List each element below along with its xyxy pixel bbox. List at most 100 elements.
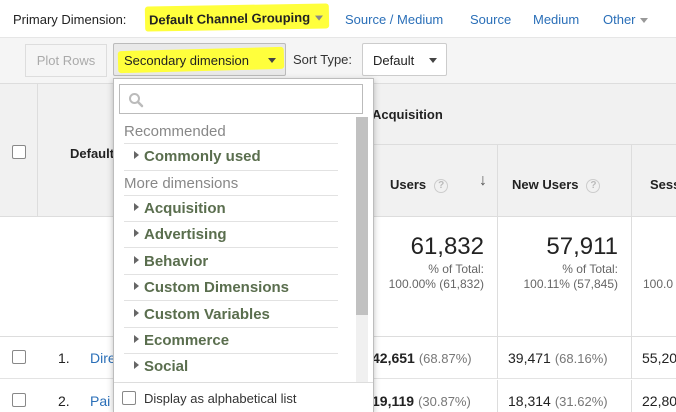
- secondary-dimension-button[interactable]: Secondary dimension: [113, 43, 286, 76]
- row-new-users-pct: (68.16%): [554, 351, 608, 366]
- chevron-down-icon: [268, 58, 276, 63]
- dimension-group-label: Advertising: [144, 226, 227, 243]
- row-checkbox[interactable]: [12, 350, 26, 364]
- chevron-right-icon: [134, 361, 139, 369]
- alphabetical-list-label[interactable]: Display as alphabetical list: [144, 391, 296, 406]
- plot-rows-button[interactable]: Plot Rows: [25, 44, 107, 77]
- row-number: 2.: [58, 393, 70, 409]
- search-icon: [129, 93, 144, 108]
- dimension-group-label: Social: [144, 358, 189, 375]
- dimension-link-other[interactable]: Other: [603, 12, 648, 27]
- divider: [497, 337, 498, 379]
- dimension-search-input[interactable]: [119, 84, 363, 114]
- dimension-link-medium[interactable]: Medium: [533, 12, 579, 27]
- chevron-right-icon: [134, 309, 139, 317]
- divider: [124, 247, 338, 248]
- sort-type-value: Default: [373, 53, 415, 68]
- dimension-group-label: Commonly used: [144, 148, 261, 165]
- total-new-users-pct-label: % of Total:: [562, 262, 618, 276]
- row-users-pct: (68.87%): [418, 351, 472, 366]
- divider: [37, 84, 38, 217]
- divider: [124, 195, 338, 196]
- dimension-group-advertising[interactable]: Advertising: [134, 226, 227, 243]
- divider: [631, 380, 632, 412]
- total-users-pct: 100.00% (61,832): [388, 277, 484, 291]
- total-users-pct-label: % of Total:: [428, 262, 484, 276]
- chevron-down-icon: [639, 18, 648, 24]
- divider: [631, 337, 632, 379]
- chevron-right-icon: [134, 335, 139, 343]
- dimension-group-ecommerce[interactable]: Ecommerce: [134, 332, 229, 349]
- acquisition-group-header: Acquisition: [372, 107, 443, 122]
- dimension-group-label: Behavior: [144, 253, 209, 270]
- divider: [631, 217, 632, 337]
- row-new-users-value: 18,314: [508, 393, 551, 409]
- divider: [124, 353, 338, 354]
- row-users-value: 19,119: [372, 393, 415, 409]
- row-new-users-value: 39,471: [508, 350, 551, 366]
- dimension-column-header[interactable]: Default: [70, 146, 114, 161]
- row-users-value: 42,651: [372, 350, 415, 366]
- help-icon[interactable]: ?: [434, 178, 449, 193]
- dimension-group-custom-dimensions[interactable]: Custom Dimensions: [134, 279, 289, 296]
- sessions-column-header[interactable]: Sess: [650, 177, 676, 192]
- sort-descending-icon: ↓: [479, 172, 487, 189]
- row-users-cell: 19,119 (30.87%): [372, 393, 471, 409]
- dimension-group-label: Ecommerce: [144, 332, 230, 349]
- chevron-right-icon: [134, 203, 139, 211]
- dimension-group-behavior[interactable]: Behavior: [134, 253, 208, 270]
- sort-type-label: Sort Type:: [293, 52, 353, 67]
- divider: [124, 221, 338, 222]
- new-users-column-label: New Users: [512, 177, 579, 192]
- total-new-users-pct: 100.11% (57,845): [523, 277, 618, 291]
- primary-dimension-active-label: Default Channel Grouping: [148, 9, 311, 28]
- dimension-group-commonly-used[interactable]: Commonly used: [134, 148, 261, 165]
- primary-dimension-active[interactable]: Default Channel Grouping: [144, 3, 330, 32]
- divider: [497, 380, 498, 412]
- secondary-dimension-dropdown: Recommended Commonly used More dimension…: [113, 78, 374, 412]
- scrollbar-thumb[interactable]: [356, 117, 368, 315]
- chevron-right-icon: [134, 282, 139, 290]
- more-dimensions-heading: More dimensions: [124, 175, 239, 192]
- dropdown-footer: Display as alphabetical list: [114, 382, 373, 412]
- select-all-checkbox[interactable]: [12, 145, 26, 159]
- total-users-value: 61,832: [410, 233, 484, 260]
- divider: [124, 274, 338, 275]
- row-number: 1.: [58, 350, 70, 366]
- alphabetical-list-checkbox[interactable]: [122, 391, 136, 405]
- row-checkbox[interactable]: [12, 393, 26, 407]
- users-column-header[interactable]: Users?: [390, 177, 449, 193]
- chevron-right-icon: [134, 256, 139, 264]
- dimension-list: Recommended Commonly used More dimension…: [114, 119, 356, 382]
- dimension-link-source-medium[interactable]: Source / Medium: [345, 12, 443, 27]
- dimension-link-source[interactable]: Source: [470, 12, 511, 27]
- row-users-cell: 42,651 (68.87%): [372, 350, 472, 366]
- divider: [124, 170, 338, 171]
- new-users-column-header[interactable]: New Users?: [512, 177, 601, 193]
- row-dimension-link[interactable]: Dire: [90, 350, 116, 366]
- chevron-right-icon: [134, 151, 139, 159]
- primary-dimension-bar: Primary Dimension: Default Channel Group…: [0, 0, 676, 38]
- divider: [631, 144, 632, 217]
- dimension-group-label: Acquisition: [144, 200, 226, 217]
- total-new-users-value: 57,911: [546, 233, 618, 260]
- dimension-group-label: Custom Variables: [144, 306, 270, 323]
- chevron-right-icon: [134, 229, 139, 237]
- dropdown-scrollbar[interactable]: [356, 117, 368, 382]
- row-new-users-cell: 18,314 (31.62%): [508, 393, 608, 409]
- row-dimension-link[interactable]: Pai: [90, 393, 110, 409]
- chevron-down-icon: [429, 58, 437, 63]
- dimension-group-acquisition[interactable]: Acquisition: [134, 200, 226, 217]
- row-sessions-cell: 55,20: [642, 350, 676, 366]
- divider: [124, 300, 338, 301]
- dimension-group-label: Custom Dimensions: [144, 279, 290, 296]
- sort-type-select[interactable]: Default: [362, 43, 447, 76]
- users-column-label: Users: [390, 177, 427, 192]
- secondary-dimension-label: Secondary dimension: [124, 53, 250, 68]
- recommended-heading: Recommended: [124, 123, 226, 140]
- row-users-pct: (30.87%): [418, 394, 471, 409]
- help-icon[interactable]: ?: [586, 178, 601, 193]
- dimension-link-other-label: Other: [603, 12, 636, 27]
- dimension-group-social[interactable]: Social: [134, 358, 188, 375]
- dimension-group-custom-variables[interactable]: Custom Variables: [134, 306, 270, 323]
